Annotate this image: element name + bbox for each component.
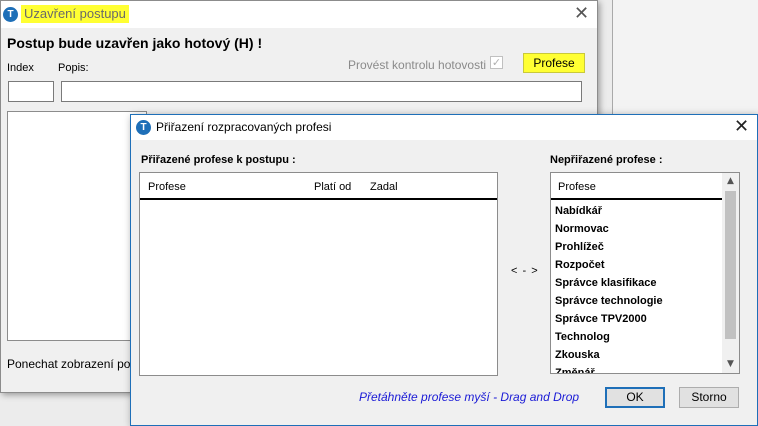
unassigned-label: Nepřiřazené profese : xyxy=(550,154,663,166)
unassigned-items: Nabídkář Normovac Prohlížeč Rozpočet Spr… xyxy=(555,202,723,373)
dialog-title: Přiřazení rozpracovaných profesi xyxy=(156,120,332,134)
column-profese[interactable]: Profese xyxy=(148,181,186,193)
list-item[interactable]: Změnář xyxy=(555,364,723,373)
popis-input[interactable] xyxy=(61,81,582,102)
footer-text: Ponechat zobrazení po so xyxy=(7,357,147,371)
list-item[interactable]: Správce TPV2000 xyxy=(555,310,723,328)
unassigned-list[interactable]: Profese Nabídkář Normovac Prohlížeč Rozp… xyxy=(550,172,740,374)
unassigned-list-header: Profese xyxy=(551,173,722,200)
app-logo-icon: T xyxy=(136,120,151,135)
popis-label: Popis: xyxy=(58,62,89,74)
note-textarea[interactable] xyxy=(7,111,147,341)
check-label: Provést kontrolu hotovosti xyxy=(348,58,487,72)
storno-button[interactable]: Storno xyxy=(679,387,739,408)
list-item[interactable]: Rozpočet xyxy=(555,256,723,274)
assigned-label: Přiřazené profese k postupu : xyxy=(141,154,296,166)
assigned-list-header: Profese Platí od Zadal xyxy=(140,173,497,200)
close-icon[interactable]: ✕ xyxy=(574,5,589,23)
chevron-down-icon[interactable]: ▼ xyxy=(722,356,739,373)
dialog-titlebar: T Přiřazení rozpracovaných profesi ✕ xyxy=(131,115,757,140)
column-plati-od[interactable]: Platí od xyxy=(314,181,351,193)
app-logo-icon: T xyxy=(3,7,18,22)
list-item[interactable]: Prohlížeč xyxy=(555,238,723,256)
scrollbar-thumb[interactable] xyxy=(725,191,736,339)
titlebar: T Uzavření postupu ✕ xyxy=(1,1,597,28)
drag-drop-hint: Přetáhněte profese myší - Drag and Drop xyxy=(359,390,580,404)
page-heading: Postup bude uzavřen jako hotový (H) ! xyxy=(7,35,263,51)
profese-button[interactable]: Profese xyxy=(523,53,585,73)
index-input[interactable] xyxy=(8,81,54,102)
readiness-checkbox[interactable]: ✓ xyxy=(490,56,503,69)
index-label: Index xyxy=(7,62,34,74)
list-item[interactable]: Správce technologie xyxy=(555,292,723,310)
unassigned-scrollbar[interactable]: ▲ ▼ xyxy=(722,173,739,373)
window-prirazeni-profesi: T Přiřazení rozpracovaných profesi ✕ Při… xyxy=(130,114,758,426)
list-item[interactable]: Nabídkář xyxy=(555,202,723,220)
list-item[interactable]: Technolog xyxy=(555,328,723,346)
move-arrows: < - > xyxy=(511,265,539,277)
list-item[interactable]: Správce klasifikace xyxy=(555,274,723,292)
close-icon[interactable]: ✕ xyxy=(734,118,749,136)
list-item[interactable]: Normovac xyxy=(555,220,723,238)
list-item[interactable]: Zkouska xyxy=(555,346,723,364)
column-zadal[interactable]: Zadal xyxy=(370,181,398,193)
assigned-list[interactable]: Profese Platí od Zadal xyxy=(139,172,498,376)
window-title: Uzavření postupu xyxy=(21,5,129,23)
ok-button[interactable]: OK xyxy=(605,387,665,408)
chevron-up-icon[interactable]: ▲ xyxy=(722,173,739,190)
column-profese[interactable]: Profese xyxy=(558,181,596,193)
